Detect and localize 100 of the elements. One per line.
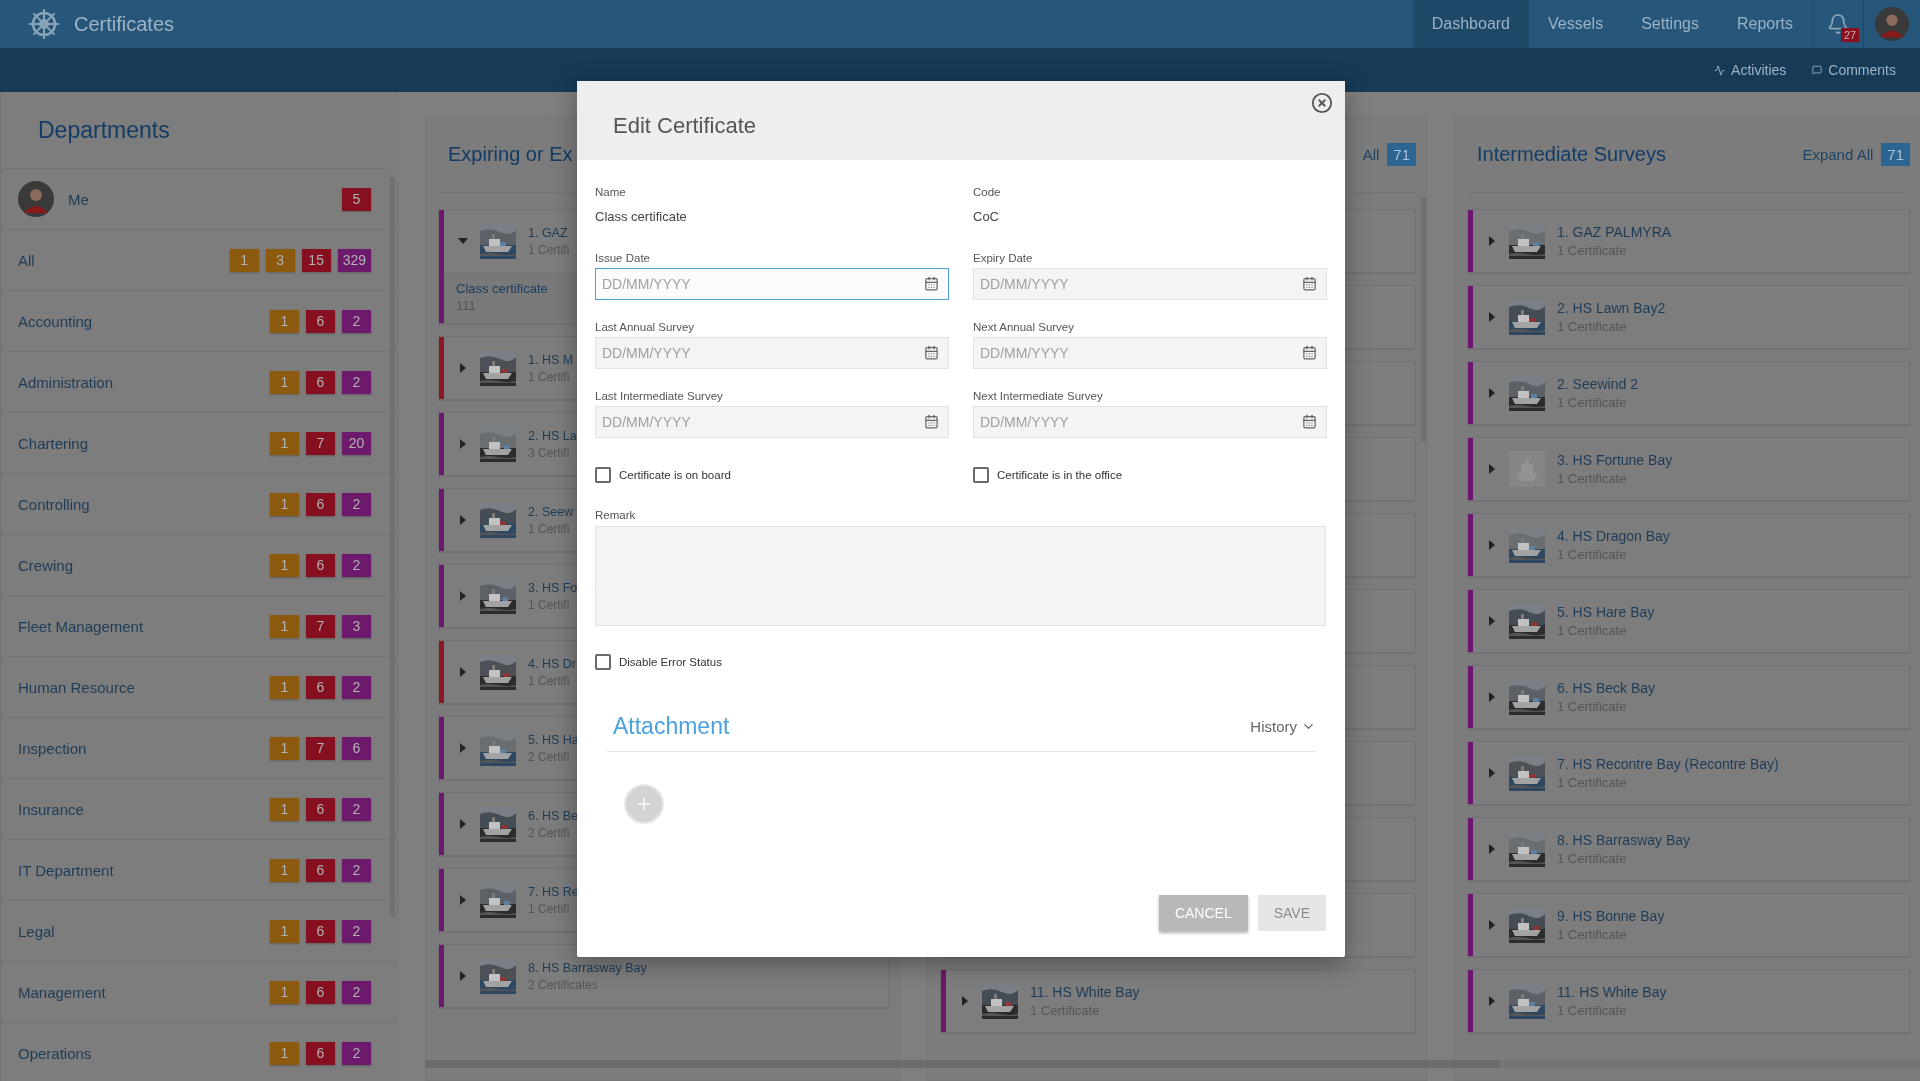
activities-link[interactable]: Activities xyxy=(1714,62,1787,78)
nav-tab[interactable]: Reports xyxy=(1717,0,1812,48)
caret-icon[interactable] xyxy=(1487,388,1497,398)
caret-icon[interactable] xyxy=(458,819,468,829)
count-badge: 2 xyxy=(342,1041,371,1065)
vessel-name: 1. GAZ xyxy=(528,225,569,240)
field-label: Last Intermediate Survey xyxy=(595,390,724,402)
caret-icon[interactable] xyxy=(1487,540,1497,550)
department-item[interactable]: Management 1 6 2 xyxy=(2,962,397,1023)
vessel-name: 2. HS La xyxy=(528,428,577,443)
cancel-button[interactable]: CANCEL xyxy=(1158,895,1248,931)
count-badge: 2 xyxy=(342,370,371,394)
caret-icon[interactable] xyxy=(458,439,468,449)
section-title: Attachment xyxy=(613,713,730,740)
count-badge: 6 xyxy=(306,1041,335,1065)
caret-icon[interactable] xyxy=(1487,844,1497,854)
department-name: Accounting xyxy=(18,312,93,330)
history-dropdown[interactable]: History xyxy=(1250,718,1316,735)
count-badge: 2 xyxy=(342,309,371,333)
vessel-name: 9. HS Bonne Bay xyxy=(1557,908,1665,924)
department-name: Legal xyxy=(18,922,55,940)
count-badge: 1 xyxy=(270,431,299,455)
calendar-icon[interactable] xyxy=(1302,414,1317,429)
count-badge: 329 xyxy=(337,248,371,272)
count-badge: 2 xyxy=(342,797,371,821)
vessel-name: 3. HS Fo xyxy=(528,580,578,595)
date-field[interactable]: DD/MM/YYYY xyxy=(595,268,949,300)
expand-all-link[interactable]: All xyxy=(1362,146,1380,163)
count-badge: 6 xyxy=(306,858,335,882)
count-badge: 3 xyxy=(342,614,371,638)
caret-icon[interactable] xyxy=(458,363,468,373)
department-item[interactable]: All 1 3 15 329 xyxy=(2,230,397,291)
count-badge: 20 xyxy=(342,431,371,455)
caret-icon[interactable] xyxy=(458,591,468,601)
caret-icon[interactable] xyxy=(458,236,468,246)
vessel-name: 7. HS Recontre Bay (Recontre Bay) xyxy=(1557,756,1779,772)
count-badge: 6 xyxy=(306,980,335,1004)
count-badge: 1 xyxy=(270,736,299,760)
calendar-icon[interactable] xyxy=(1302,276,1317,291)
department-item[interactable]: Operations 1 6 2 xyxy=(2,1023,397,1081)
caret-icon[interactable] xyxy=(960,996,970,1006)
caret-icon[interactable] xyxy=(1487,920,1497,930)
nav-tab[interactable]: Vessels xyxy=(1529,0,1623,48)
count-badge: 1 xyxy=(270,980,299,1004)
close-button[interactable] xyxy=(1311,92,1333,114)
vessel-name: 1. HS M xyxy=(528,352,574,367)
calendar-icon[interactable] xyxy=(1302,345,1317,360)
count-badge: 7 xyxy=(306,431,335,455)
count-badge: 6 xyxy=(306,797,335,821)
count-badge: 2 xyxy=(342,858,371,882)
calendar-icon[interactable] xyxy=(924,345,939,360)
count-badge: 1 xyxy=(270,675,299,699)
count-badge: 5 xyxy=(342,187,371,211)
count-badge: 6 xyxy=(306,675,335,699)
caret-icon[interactable] xyxy=(1487,464,1497,474)
count-badge: 7 xyxy=(306,736,335,760)
checkbox[interactable] xyxy=(595,654,611,670)
count-badge: 6 xyxy=(306,309,335,333)
count-badge: 1 xyxy=(270,1041,299,1065)
count-badge: 2 xyxy=(342,492,371,516)
vessel-name: 2. Seew xyxy=(528,504,574,519)
caret-icon[interactable] xyxy=(1487,996,1497,1006)
nav-tab[interactable]: Dashboard xyxy=(1412,0,1529,48)
nav-tab[interactable]: Settings xyxy=(1622,0,1718,48)
caret-icon[interactable] xyxy=(1487,692,1497,702)
avatar-icon xyxy=(1875,7,1909,41)
vessel-name: 11. HS White Bay xyxy=(1030,984,1140,1000)
comment-icon xyxy=(1812,65,1823,75)
calendar-icon[interactable] xyxy=(924,276,939,291)
vessel-name: 4. HS Dr xyxy=(528,656,576,671)
vessel-name: 1. GAZ PALMYRA xyxy=(1557,224,1672,240)
caret-icon[interactable] xyxy=(1487,768,1497,778)
remark-field[interactable] xyxy=(595,526,1326,626)
checkbox[interactable] xyxy=(973,467,989,483)
count-badge: 1 xyxy=(270,614,299,638)
expand-all-link[interactable]: Expand All xyxy=(1802,146,1874,163)
field-label: Name xyxy=(595,186,627,198)
caret-icon[interactable] xyxy=(458,667,468,677)
count-badge: 1 xyxy=(270,919,299,943)
department-name: Administration xyxy=(18,373,114,391)
checkbox-label: Certificate is in the office xyxy=(997,469,1123,481)
field-label: Code xyxy=(973,186,1002,198)
caret-icon[interactable] xyxy=(458,743,468,753)
department-name: Controlling xyxy=(18,495,90,513)
calendar-icon[interactable] xyxy=(924,414,939,429)
caret-icon[interactable] xyxy=(458,895,468,905)
checkbox[interactable] xyxy=(595,467,611,483)
caret-icon[interactable] xyxy=(1487,236,1497,246)
caret-icon[interactable] xyxy=(1487,616,1497,626)
caret-icon[interactable] xyxy=(1487,312,1497,322)
count-badge: 6 xyxy=(306,492,335,516)
checkbox-label: Disable Error Status xyxy=(619,656,722,668)
comments-link[interactable]: Comments xyxy=(1812,62,1896,78)
vessel-name: 5. HS Hare Bay xyxy=(1557,604,1655,620)
caret-icon[interactable] xyxy=(458,515,468,525)
activity-icon xyxy=(1714,64,1726,76)
department-item[interactable]: Legal 1 6 2 xyxy=(2,901,397,962)
department-name: Me xyxy=(68,190,89,208)
column-title: Intermediate Surveys xyxy=(1477,143,1666,166)
caret-icon[interactable] xyxy=(458,971,468,981)
